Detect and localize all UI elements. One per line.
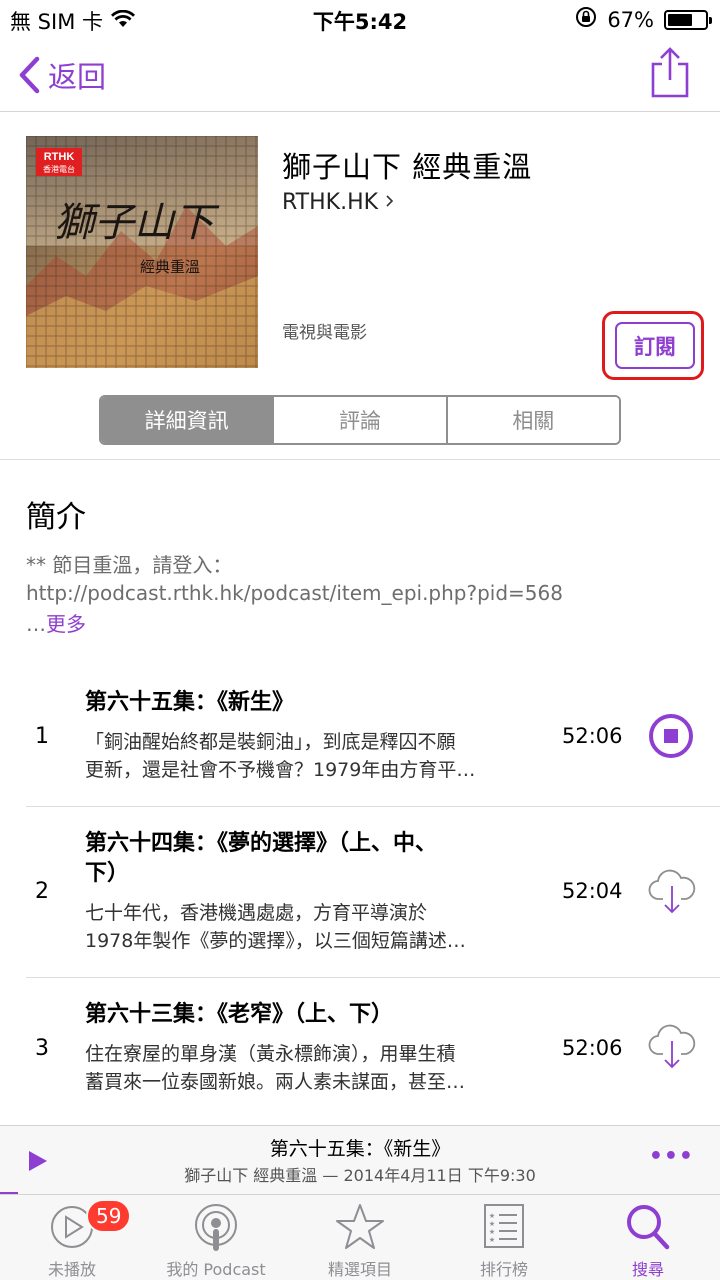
episode-description-line1: 「銅油醒始終都是裝銅油」，到底是釋囚不願 xyxy=(85,731,456,753)
episode-row[interactable]: 1 第六十五集：《新生》 「銅油醒始終都是裝銅油」，到底是釋囚不願 更新，還是社… xyxy=(0,668,720,806)
episode-description-line1: 住在寮屋的單身漢（黃永標飾演），用畢生積 xyxy=(85,1043,456,1065)
podcast-icon xyxy=(192,1203,240,1257)
episode-number: 1 xyxy=(35,724,49,749)
artwork-calligraphy: 獅子山下 xyxy=(54,200,220,246)
episode-title: 第六十三集：《老窄》（上、下） xyxy=(85,1002,394,1027)
svg-text:★: ★ xyxy=(489,1236,495,1244)
episode-number: 2 xyxy=(35,879,49,904)
subscribe-button[interactable]: 訂閱 xyxy=(615,322,695,369)
description-more: …更多 xyxy=(26,608,86,637)
tab-unplayed[interactable]: 59 未播放 xyxy=(0,1195,144,1280)
back-label: 返回 xyxy=(48,60,107,94)
subscribe-highlight-box: 訂閱 xyxy=(602,311,704,380)
description-heading: 簡介 xyxy=(26,500,86,535)
svg-text:★: ★ xyxy=(489,1228,495,1236)
segmented-control: 詳細資訊 評論 相關 xyxy=(99,395,621,445)
episode-duration: 52:04 xyxy=(562,879,623,903)
podcast-artwork: RTHK 香港電台 獅子山下 經典重溫 xyxy=(26,136,258,368)
mini-player[interactable]: 第六十五集：《新生》 獅子山下 經典重溫 — 2014年4月11日 下午9:30… xyxy=(0,1125,720,1194)
tab-search[interactable]: 搜尋 xyxy=(576,1195,720,1280)
share-icon xyxy=(651,47,689,98)
svg-text:★: ★ xyxy=(489,1212,495,1220)
navigation-bar: 返回 xyxy=(0,40,720,112)
status-right: 67% xyxy=(575,6,712,33)
episode-row[interactable]: 2 第六十四集：《夢的選擇》（上、中、 下） 七十年代，香港機遇處處，方育平導演… xyxy=(0,807,720,977)
cloud-download-icon[interactable] xyxy=(648,869,696,919)
tab-bar: 59 未播放 我的 Podcast 精選項目 ★ ★ ★ ★ 排行榜 搜尋 xyxy=(0,1194,720,1280)
tab-label: 搜尋 xyxy=(631,1260,664,1279)
unplayed-badge: 59 xyxy=(86,1199,132,1233)
podcast-author-link[interactable]: RTHK.HK xyxy=(282,190,395,215)
artwork-subtitle: 經典重溫 xyxy=(140,258,200,276)
description-ellipsis: … xyxy=(26,612,46,636)
tab-top-charts[interactable]: ★ ★ ★ ★ 排行榜 xyxy=(432,1195,576,1280)
battery-icon xyxy=(664,9,712,30)
rotation-lock-icon xyxy=(575,6,597,33)
divider xyxy=(0,459,720,460)
tab-label: 未播放 xyxy=(47,1260,96,1279)
back-button[interactable]: 返回 xyxy=(18,54,106,96)
chevron-left-icon xyxy=(19,56,40,94)
more-link[interactable]: 更多 xyxy=(46,612,86,636)
tab-label: 排行榜 xyxy=(479,1260,528,1279)
episode-description-line2: 1978年製作《夢的選擇》，以三個短篇講述… xyxy=(85,930,466,952)
tab-my-podcasts[interactable]: 我的 Podcast xyxy=(144,1195,288,1280)
podcast-title: 獅子山下 經典重溫 xyxy=(282,150,533,184)
artwork-badge-line1: RTHK xyxy=(44,151,75,163)
svg-text:★: ★ xyxy=(489,1220,495,1228)
segment-related[interactable]: 相關 xyxy=(447,397,619,443)
now-playing-subtitle: 獅子山下 經典重溫 — 2014年4月11日 下午9:30 xyxy=(184,1166,536,1185)
tab-label: 精選項目 xyxy=(327,1260,392,1279)
cloud-download-icon[interactable] xyxy=(648,1024,696,1074)
episode-title: 第六十五集：《新生》 xyxy=(85,690,295,715)
episode-description-line2: 蓄買來一位泰國新娘。兩人素未謀面，甚至… xyxy=(85,1071,466,1093)
tab-featured[interactable]: 精選項目 xyxy=(288,1195,432,1280)
episode-title-line2: 下） xyxy=(85,861,130,886)
star-icon xyxy=(335,1203,385,1255)
list-icon: ★ ★ ★ ★ xyxy=(483,1203,525,1253)
status-bar: 無 SIM 卡 下午5:42 67% xyxy=(0,0,720,40)
chevron-right-icon xyxy=(385,190,395,215)
episode-duration: 52:06 xyxy=(562,724,623,748)
battery-level xyxy=(668,13,693,26)
now-playing-title: 第六十五集：《新生》 xyxy=(269,1138,451,1160)
episode-duration: 52:06 xyxy=(562,1036,623,1060)
battery-percent: 67% xyxy=(607,7,654,32)
artwork-badge-line2: 香港電台 xyxy=(43,164,75,174)
podcast-author-label: RTHK.HK xyxy=(282,190,379,215)
episode-description-line1: 七十年代，香港機遇處處，方育平導演於 xyxy=(85,902,428,924)
episode-row[interactable]: 3 第六十三集：《老窄》（上、下） 住在寮屋的單身漢（黃永標飾演），用畢生積 蓄… xyxy=(0,978,720,1118)
episode-title-line1: 第六十四集：《夢的選擇》（上、中、 xyxy=(85,831,438,856)
segment-details[interactable]: 詳細資訊 xyxy=(101,397,275,443)
stop-download-icon[interactable] xyxy=(648,713,694,763)
share-button[interactable] xyxy=(650,46,690,102)
segment-reviews[interactable]: 評論 xyxy=(274,397,448,443)
episode-number: 3 xyxy=(35,1036,49,1061)
more-options-button[interactable]: ••• xyxy=(649,1144,694,1169)
search-icon xyxy=(625,1203,671,1255)
description-text: ** 節目重溫，請登入：http://podcast.rthk.hk/podca… xyxy=(26,553,563,605)
episode-description-line2: 更新，還是社會不予機會？1979年由方育平… xyxy=(85,759,476,781)
podcast-category: 電視與電影 xyxy=(282,323,367,343)
tab-label: 我的 Podcast xyxy=(166,1260,266,1279)
